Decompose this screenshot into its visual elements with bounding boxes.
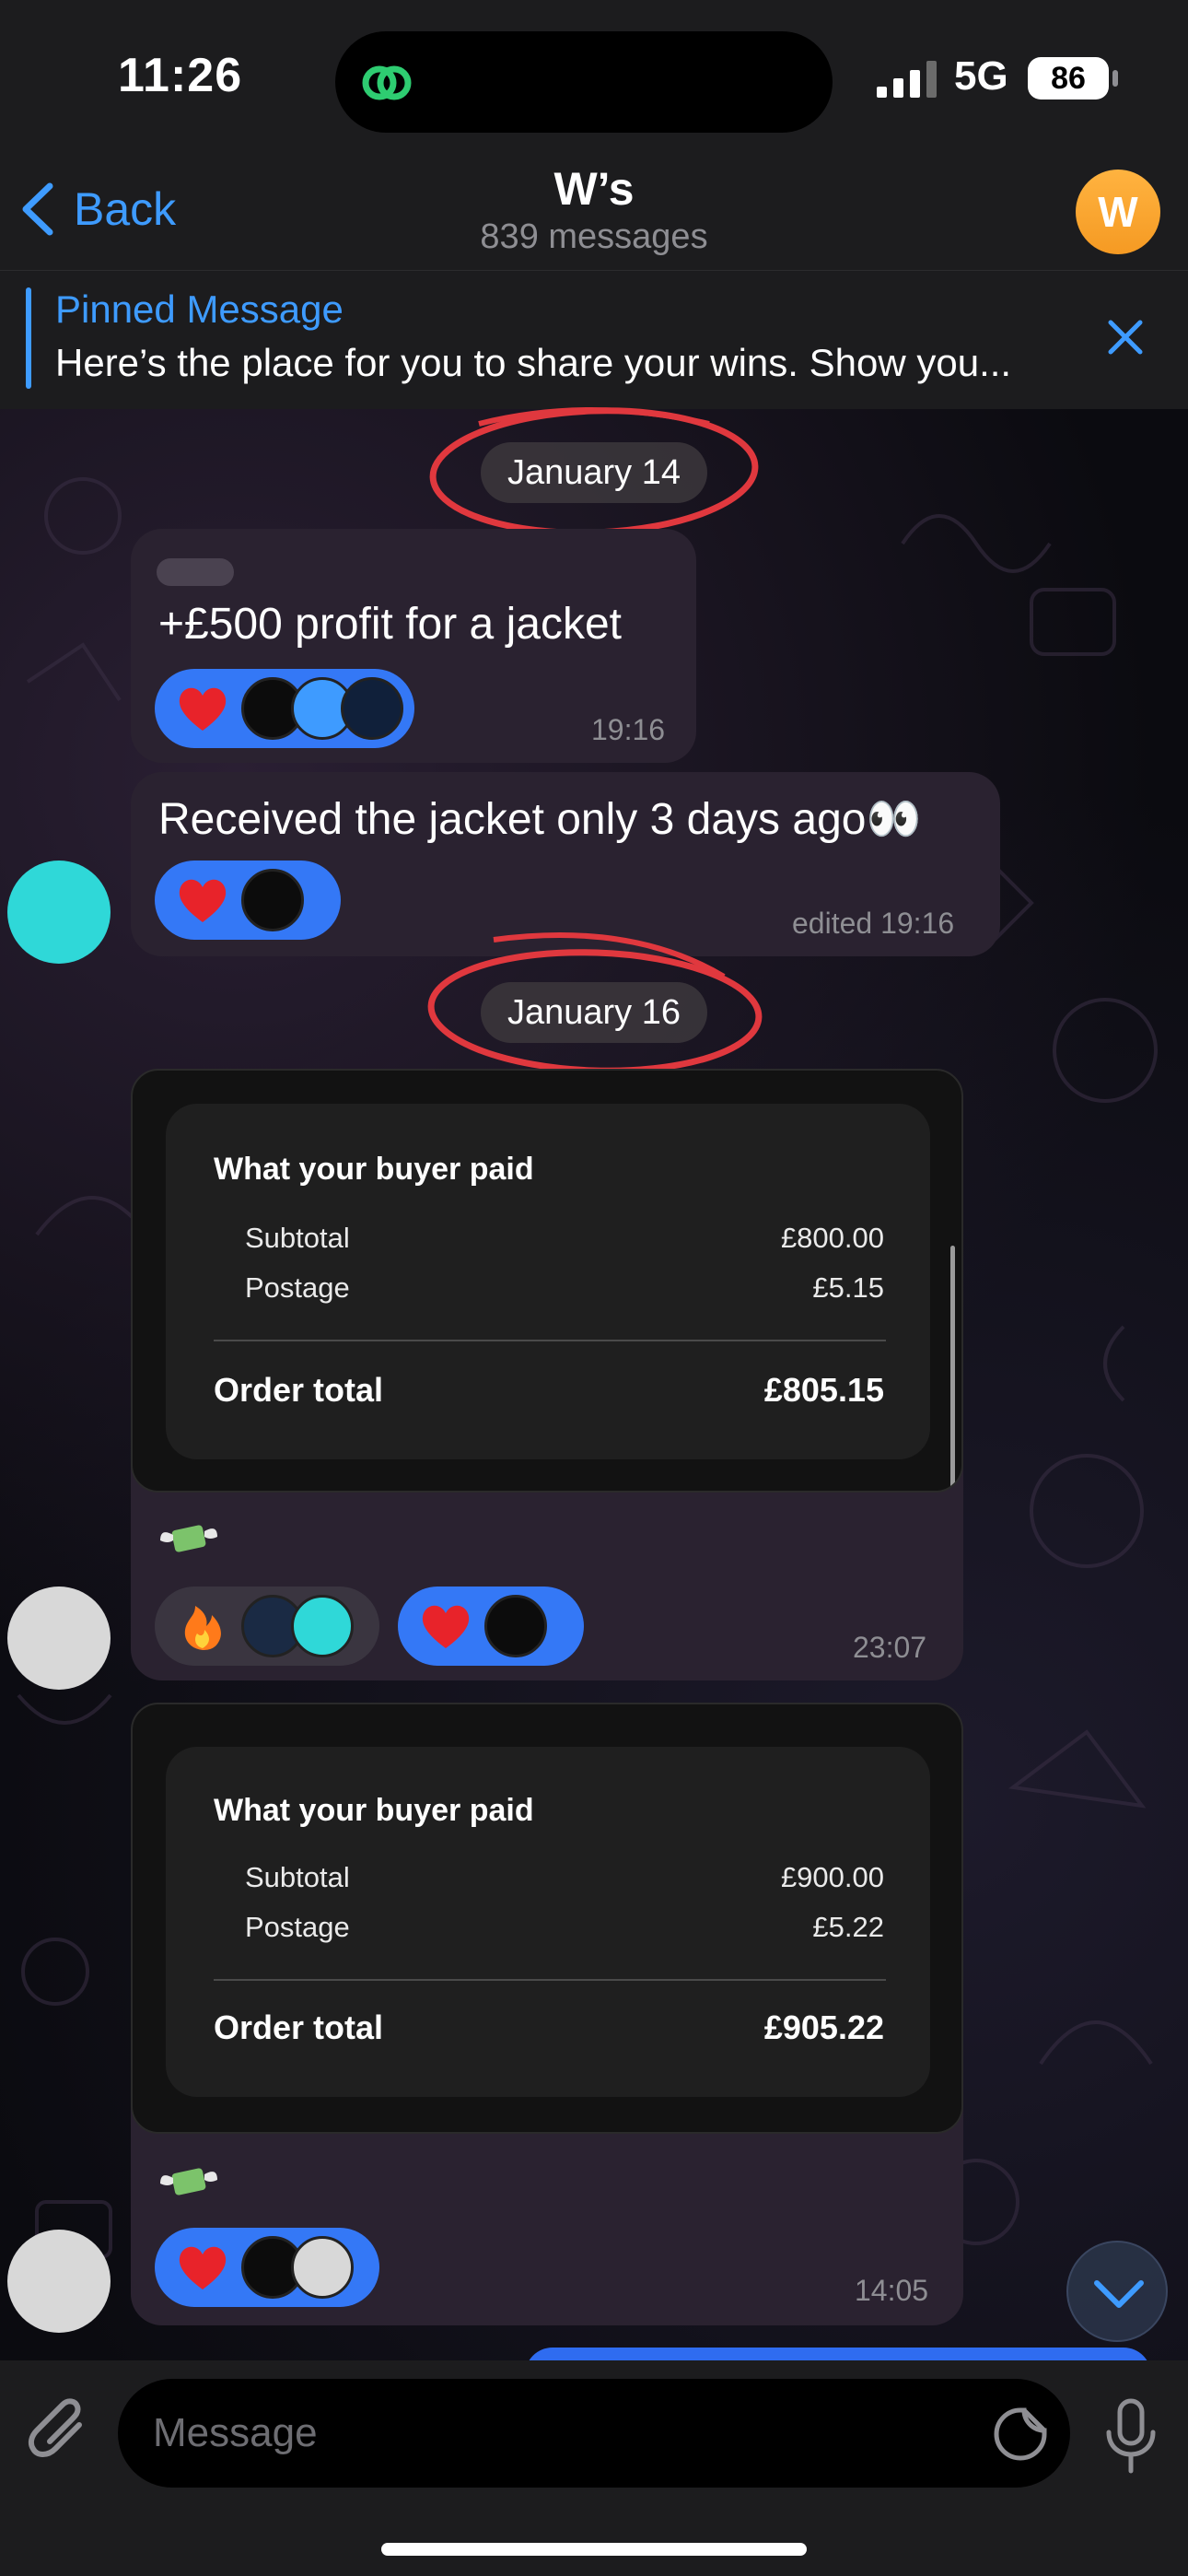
message-text: Received the jacket only 3 days ago👀 — [158, 795, 922, 844]
subtotal-label: Subtotal — [245, 1861, 350, 1893]
dynamic-island — [335, 31, 833, 133]
battery-tip — [1112, 70, 1118, 87]
divider — [214, 1979, 886, 1981]
chat-title[interactable]: W’s — [0, 162, 1188, 216]
message-bubble[interactable]: What your buyer paid Subtotal £900.00 Po… — [131, 1703, 963, 2325]
receipt-image[interactable]: What your buyer paid Subtotal £900.00 Po… — [131, 1703, 963, 2134]
sticker-icon[interactable] — [993, 2406, 1048, 2462]
heart-icon — [422, 1605, 470, 1648]
message-time: 19:16 — [591, 713, 666, 746]
reaction-heart[interactable] — [155, 861, 341, 940]
status-bar: 11:26 5G 86 — [0, 0, 1188, 157]
heart-icon — [179, 2246, 227, 2289]
pinned-indicator — [26, 287, 31, 389]
sender-avatar[interactable] — [7, 1587, 111, 1690]
scrollbar — [950, 1246, 955, 1491]
reactor-avatar — [341, 677, 403, 740]
message-text: +£500 profit for a jacket — [158, 600, 622, 649]
message-time: edited 19:16 — [792, 907, 955, 940]
subtotal-value: £800.00 — [780, 1222, 884, 1254]
money-wings-icon — [160, 1525, 217, 1552]
close-icon[interactable] — [1101, 313, 1149, 361]
reactor-avatar — [291, 1595, 354, 1657]
receipt-card: What your buyer paid Subtotal £900.00 Po… — [166, 1747, 930, 2097]
heart-icon — [179, 879, 227, 922]
postage-value: £5.15 — [812, 1271, 884, 1304]
link-icon — [362, 65, 412, 100]
order-total-value: £905.22 — [763, 2008, 884, 2046]
reactor-avatar — [291, 2236, 354, 2299]
message-bubble[interactable]: What your buyer paid Subtotal £800.00 Po… — [131, 1069, 963, 1680]
message-input[interactable] — [118, 2379, 1070, 2488]
home-indicator[interactable] — [381, 2543, 807, 2556]
order-total-label: Order total — [214, 2008, 384, 2046]
order-total-value: £805.15 — [763, 1371, 884, 1409]
mic-icon[interactable] — [1101, 2397, 1160, 2475]
attach-icon[interactable] — [28, 2394, 92, 2467]
subtotal-value: £900.00 — [780, 1861, 884, 1893]
group-avatar[interactable]: W — [1076, 170, 1160, 254]
message-time: 14:05 — [855, 2274, 929, 2307]
receipt-title: What your buyer paid — [214, 1152, 534, 1187]
sender-avatar[interactable] — [7, 861, 111, 964]
reaction-heart[interactable] — [155, 2228, 379, 2307]
scroll-down-button[interactable] — [1066, 2241, 1168, 2342]
pinned-text: Here’s the place for you to share your w… — [55, 341, 1012, 384]
signal-icon — [877, 61, 937, 98]
chat-subtitle: 839 messages — [480, 217, 708, 256]
reaction-heart[interactable] — [398, 1587, 584, 1666]
network-type: 5G — [954, 53, 1008, 99]
postage-value: £5.22 — [812, 1911, 884, 1943]
order-total-label: Order total — [214, 1371, 384, 1409]
pinned-message[interactable]: Pinned Message Here’s the place for you … — [0, 271, 1188, 409]
reaction-heart[interactable] — [155, 669, 414, 748]
reaction-fire[interactable] — [155, 1587, 379, 1666]
red-circle-annotation — [429, 407, 759, 536]
receipt-card: What your buyer paid Subtotal £800.00 Po… — [166, 1104, 930, 1459]
receipt-title: What your buyer paid — [214, 1793, 534, 1828]
reactor-avatar — [484, 1595, 547, 1657]
postage-label: Postage — [245, 1911, 350, 1943]
battery-icon: 86 — [1028, 57, 1109, 100]
sender-name-blurred — [157, 558, 234, 586]
status-time: 11:26 — [118, 49, 243, 102]
receipt-image[interactable]: What your buyer paid Subtotal £800.00 Po… — [131, 1069, 963, 1493]
postage-label: Postage — [245, 1271, 350, 1304]
chevron-down-icon — [1094, 2280, 1144, 2308]
divider — [214, 1340, 886, 1341]
reactor-avatar — [241, 869, 304, 931]
subtotal-label: Subtotal — [245, 1222, 350, 1254]
pinned-title: Pinned Message — [55, 287, 344, 331]
red-circle-annotation — [427, 932, 763, 1074]
message-time: 23:07 — [853, 1631, 927, 1664]
money-wings-icon — [160, 2168, 217, 2195]
heart-icon — [179, 687, 227, 731]
chat-header: Back W’s 839 messages W — [0, 157, 1188, 271]
sender-avatar[interactable] — [7, 2230, 111, 2333]
fire-icon — [184, 1606, 221, 1650]
message-bubble[interactable]: +£500 profit for a jacket 19:16 — [131, 529, 696, 763]
